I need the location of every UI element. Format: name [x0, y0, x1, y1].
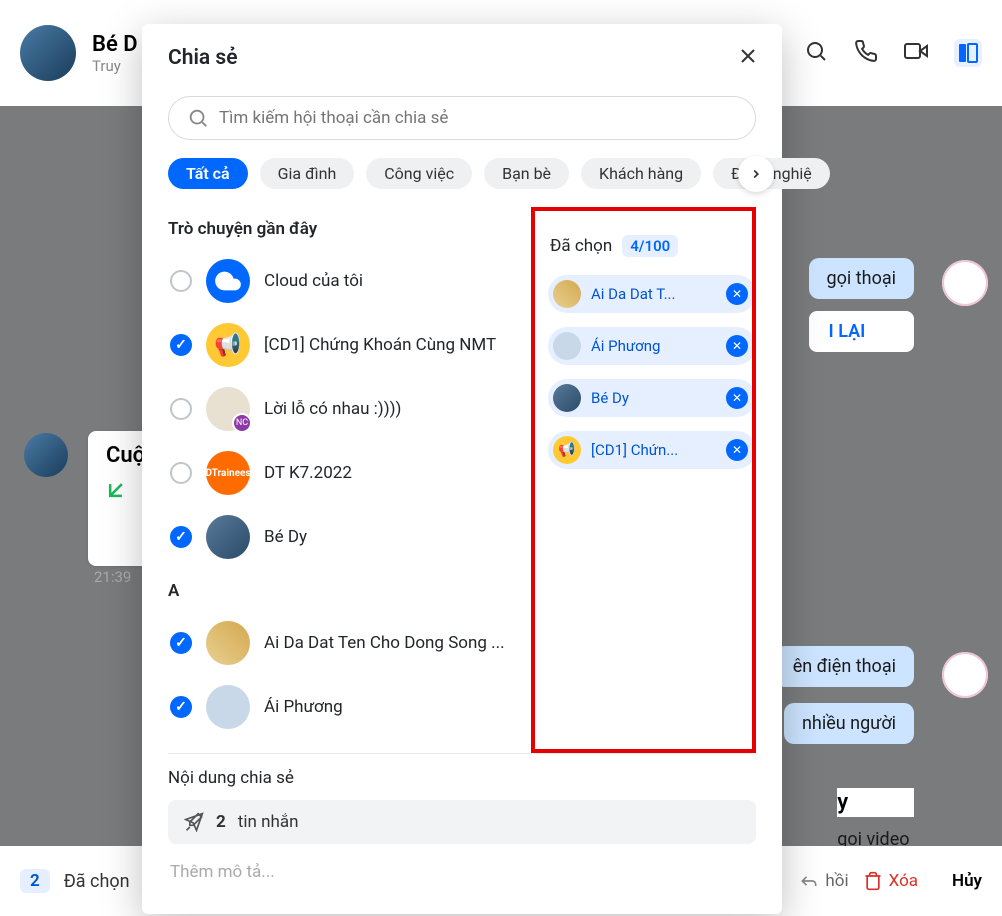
remove-button[interactable]: ✕	[726, 283, 748, 305]
section-recent: Trò chuyện gần đây	[168, 219, 523, 239]
remove-button[interactable]: ✕	[726, 387, 748, 409]
selected-item-label: Ai Da Dat T...	[591, 285, 716, 303]
share-content-box[interactable]: 2 tin nhắn	[168, 800, 756, 844]
contact-row[interactable]: Bé Dy	[168, 505, 523, 569]
filter-next-button[interactable]	[738, 156, 774, 192]
message-text: nhiều người	[784, 703, 914, 744]
contact-row[interactable]: Ái Phương	[168, 675, 523, 739]
share-icon	[184, 812, 204, 832]
avatar	[553, 280, 581, 308]
share-content-title: Nội dung chia sẻ	[168, 768, 756, 788]
cancel-button[interactable]: Hủy	[952, 871, 982, 891]
search-field[interactable]	[168, 96, 756, 140]
contact-row[interactable]: DTrainees DT K7.2022	[168, 441, 523, 505]
checkbox[interactable]	[170, 462, 192, 484]
selected-item: 📢 [CD1] Chứn... ✕	[548, 431, 756, 469]
callback-button[interactable]: I LẠI	[809, 311, 914, 352]
avatar	[206, 515, 250, 559]
avatar	[24, 433, 68, 477]
contact-row[interactable]: Cloud của tôi	[168, 249, 523, 313]
selected-item-label: Bé Dy	[591, 389, 716, 407]
avatar	[553, 332, 581, 360]
section-alpha: A	[168, 581, 523, 601]
avatar	[553, 384, 581, 412]
contact-list[interactable]: Trò chuyện gần đây Cloud của tôi 📢 [CD1]…	[168, 207, 531, 753]
search-input[interactable]	[219, 108, 737, 128]
filter-chip-customers[interactable]: Khách hàng	[581, 158, 701, 189]
message-text: ên điện thoại	[775, 646, 914, 687]
delete-button[interactable]: Xóa	[863, 871, 918, 891]
remove-button[interactable]: ✕	[726, 335, 748, 357]
share-count: 2	[216, 812, 226, 832]
selection-count-badge: 2	[20, 869, 50, 893]
modal-title: Chia sẻ	[168, 46, 756, 70]
avatar	[206, 685, 250, 729]
contact-label: Lời lỗ có nhau :))))	[264, 399, 401, 419]
avatar[interactable]	[20, 25, 76, 81]
avatar: 📢	[206, 323, 250, 367]
filter-row: Tất cả Gia đình Công việc Bạn bè Khách h…	[168, 158, 756, 189]
contact-label: [CD1] Chứng Khoán Cùng NMT	[264, 335, 496, 355]
checkbox[interactable]	[170, 398, 192, 420]
avatar	[942, 652, 988, 698]
description-input[interactable]: Thêm mô tả...	[168, 858, 756, 892]
message-title: y	[837, 788, 914, 817]
filter-chip-friends[interactable]: Bạn bè	[484, 158, 569, 189]
close-button[interactable]	[736, 44, 760, 72]
avatar	[206, 621, 250, 665]
remove-button[interactable]: ✕	[726, 439, 748, 461]
filter-chip-all[interactable]: Tất cả	[168, 158, 248, 189]
checkbox[interactable]	[170, 526, 192, 548]
contact-label: Ái Phương	[264, 697, 343, 717]
contact-row[interactable]: Ai Da Dat Ten Cho Dong Song ...	[168, 611, 523, 675]
checkbox[interactable]	[170, 632, 192, 654]
contact-label: DT K7.2022	[264, 463, 352, 483]
selected-label: Đã chọn	[550, 236, 612, 256]
avatar: NC	[206, 387, 250, 431]
contact-label: Cloud của tôi	[264, 271, 363, 291]
selected-panel: Đã chọn 4/100 Ai Da Dat T... ✕ Ái Phương…	[531, 207, 756, 753]
checkbox[interactable]	[170, 270, 192, 292]
reply-button[interactable]: hồi	[799, 871, 848, 891]
selected-count-badge: 4/100	[622, 235, 678, 257]
selected-item-label: [CD1] Chứn...	[591, 441, 716, 459]
share-modal: Chia sẻ Tất cả Gia đình Công việc Bạn bè…	[142, 24, 782, 914]
contact-row[interactable]: NC Lời lỗ có nhau :))))	[168, 377, 523, 441]
search-icon	[187, 107, 209, 129]
contact-row[interactable]: 📢 [CD1] Chứng Khoán Cùng NMT	[168, 313, 523, 377]
video-icon[interactable]	[904, 39, 928, 67]
selected-item-label: Ái Phương	[591, 337, 716, 355]
filter-chip-family[interactable]: Gia đình	[260, 158, 355, 189]
timestamp: 21:39	[94, 568, 131, 586]
avatar	[206, 259, 250, 303]
contact-label: Ai Da Dat Ten Cho Dong Song ...	[264, 633, 505, 653]
call-icon[interactable]	[854, 39, 878, 67]
message-text: gọi thoại	[809, 258, 914, 299]
avatar	[942, 260, 988, 306]
search-icon[interactable]	[804, 39, 828, 67]
chat-subtitle: Truy	[92, 57, 138, 75]
checkbox[interactable]	[170, 696, 192, 718]
selected-item: Bé Dy ✕	[548, 379, 756, 417]
share-count-label: tin nhắn	[238, 812, 299, 832]
selected-item: Ai Da Dat T... ✕	[548, 275, 756, 313]
contact-label: Bé Dy	[264, 527, 307, 547]
selected-item: Ái Phương ✕	[548, 327, 756, 365]
avatar: 📢	[553, 436, 581, 464]
chat-title: Bé D	[92, 32, 138, 57]
checkbox[interactable]	[170, 334, 192, 356]
selection-label: Đã chọn	[64, 871, 130, 892]
panel-toggle-icon[interactable]	[954, 39, 982, 67]
avatar: DTrainees	[206, 451, 250, 495]
filter-chip-work[interactable]: Công việc	[366, 158, 472, 189]
